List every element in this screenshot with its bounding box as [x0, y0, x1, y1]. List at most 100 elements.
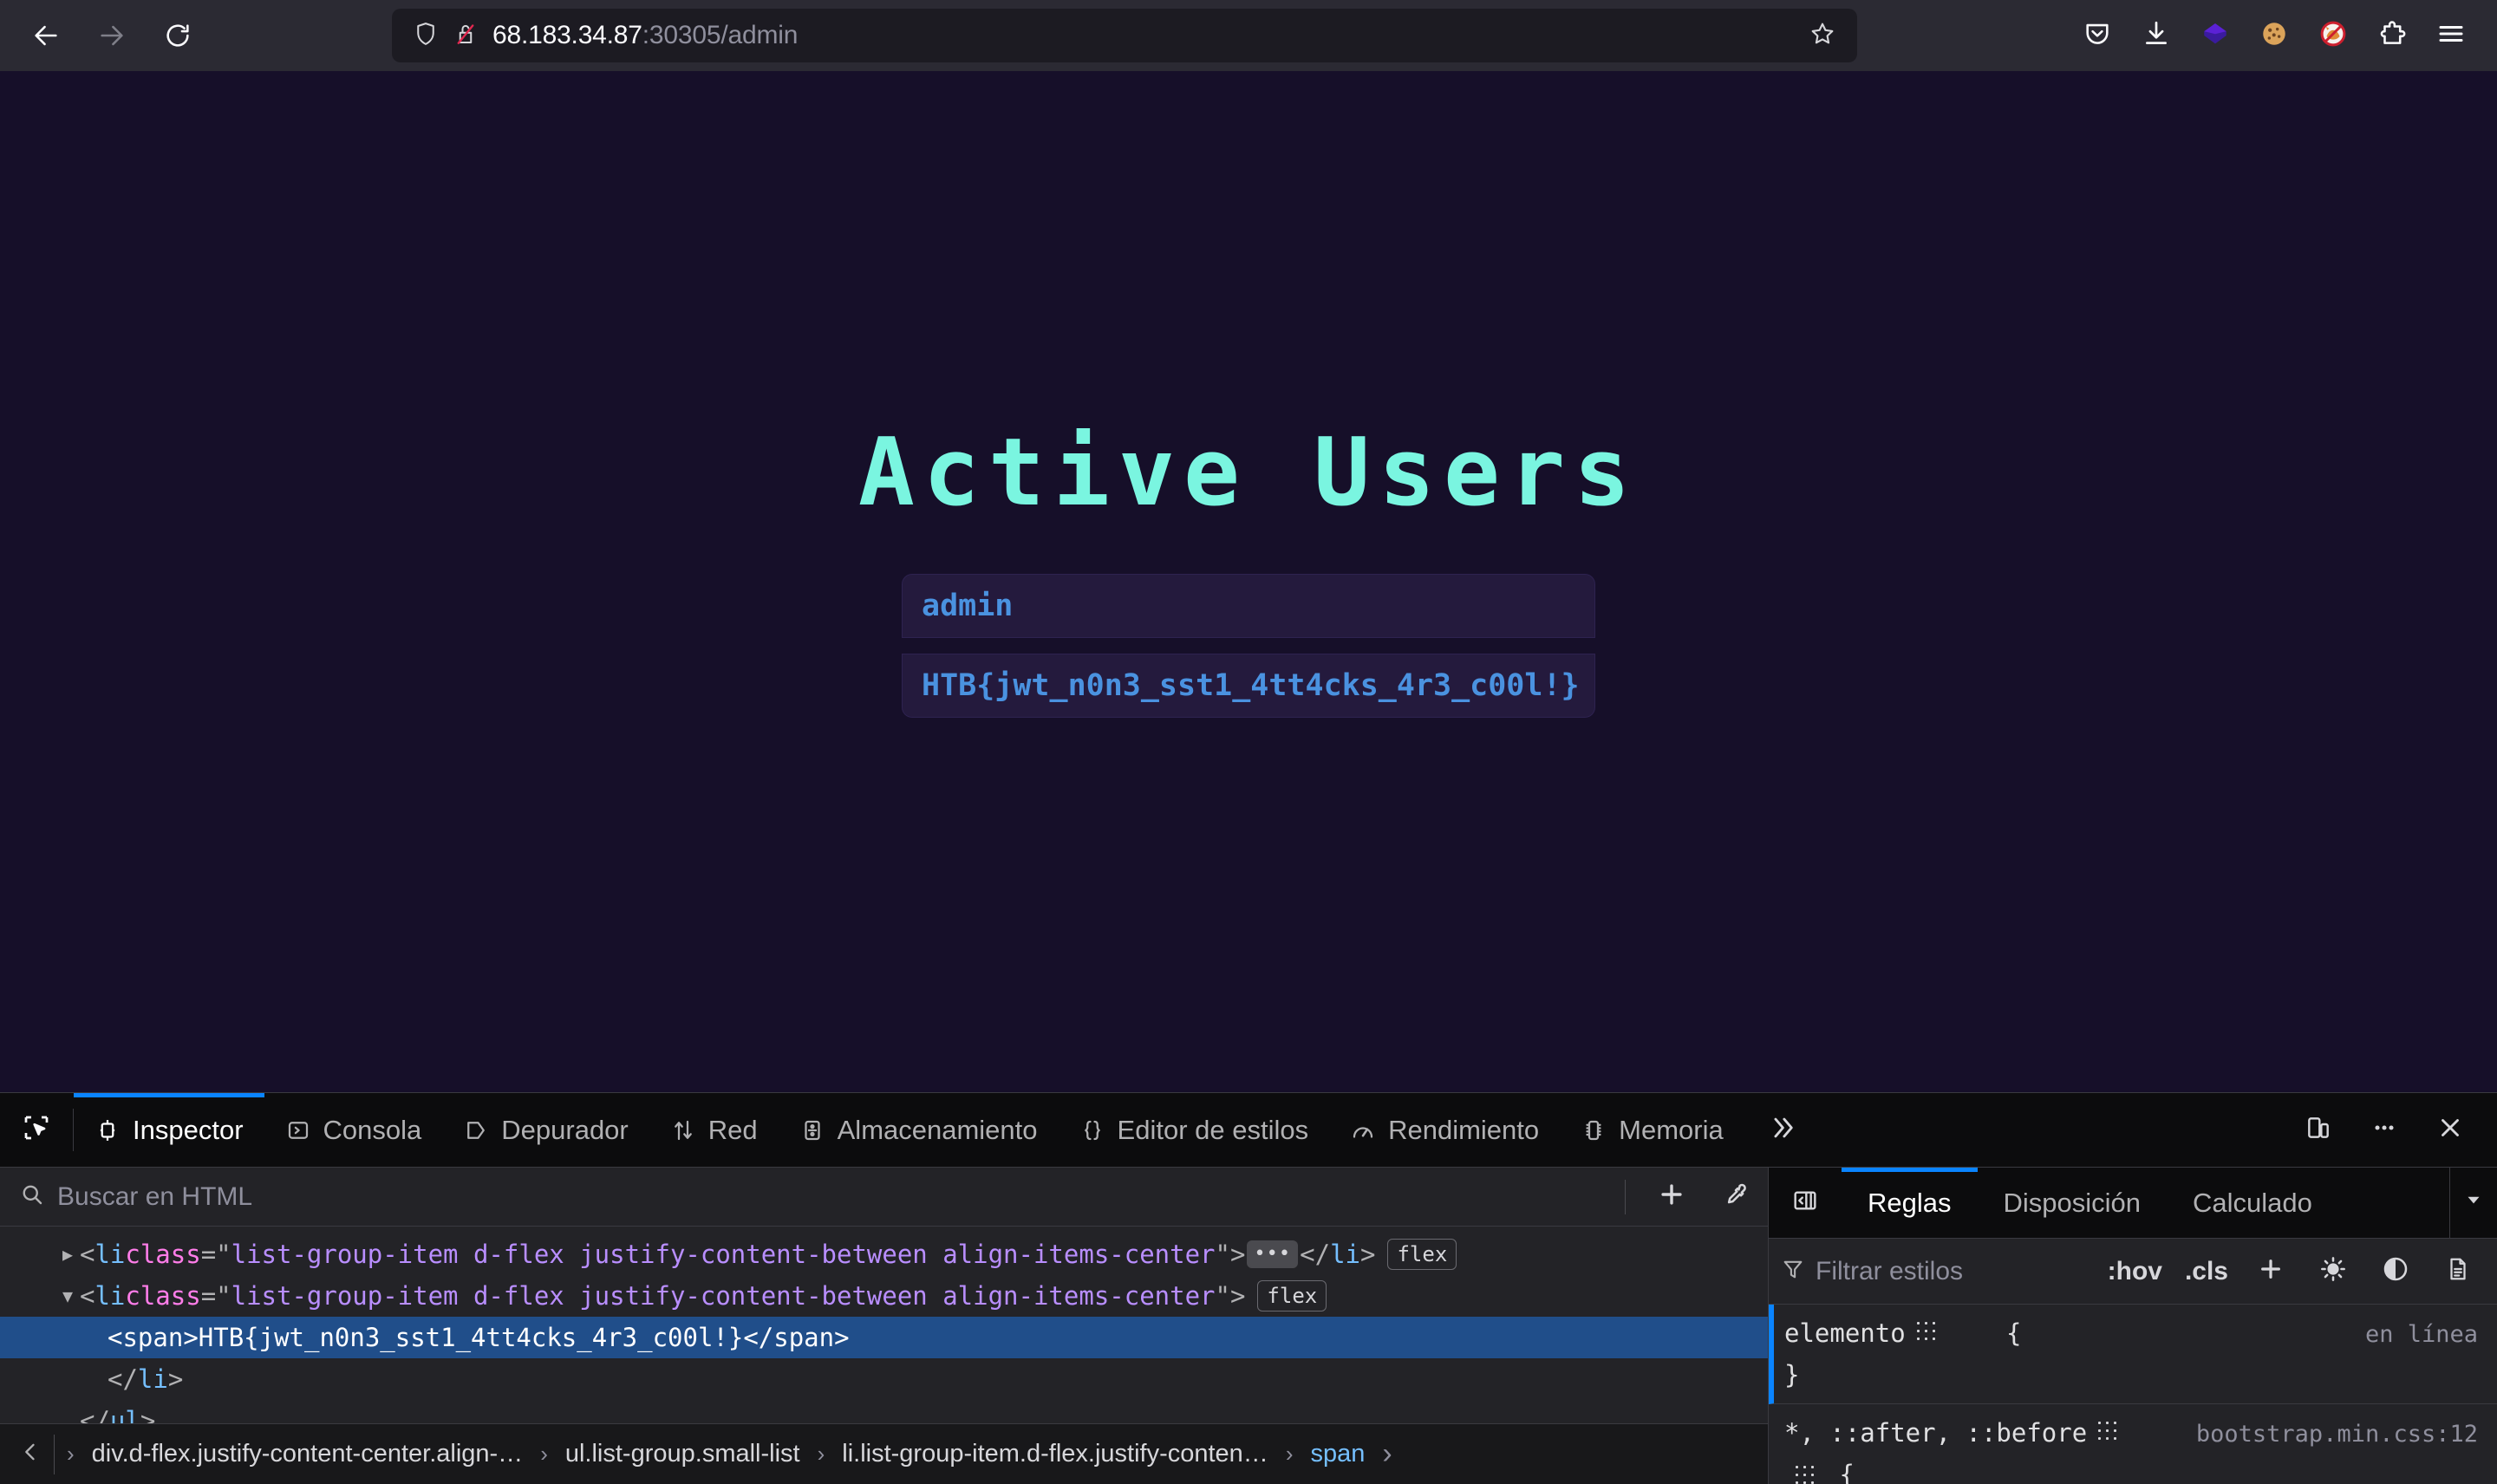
devtools-tabs-overflow-button[interactable] [1744, 1093, 1819, 1167]
markup-pane: Buscar en HTML <li cla [0, 1168, 1769, 1484]
tab-label: Depurador [501, 1114, 629, 1145]
tab-label: Inspector [133, 1114, 244, 1145]
collapsed-children-ellipsis[interactable]: ••• [1247, 1240, 1299, 1268]
markup-token-punct: < [80, 1240, 95, 1269]
tab-disposicion[interactable]: Disposición [1978, 1168, 2168, 1238]
row-close-ul[interactable]: </ul > [0, 1400, 1768, 1423]
downloads-icon [2142, 19, 2171, 53]
twisty-collapsed-icon[interactable] [55, 1233, 80, 1275]
breadcrumb-scroll-right-icon[interactable]: › [1373, 1437, 1400, 1471]
row-li-collapsed[interactable]: <li class="list-group-item d-flex justif… [0, 1233, 1768, 1275]
light-color-scheme-button[interactable] [2306, 1246, 2360, 1297]
selector-highlighter-icon[interactable] [1913, 1319, 1937, 1342]
tab-calculado[interactable]: Calculado [2167, 1168, 2338, 1238]
tracking-protection-shield-icon[interactable] [413, 21, 439, 51]
pocket-button[interactable] [2070, 9, 2124, 62]
dark-color-scheme-button[interactable] [2369, 1246, 2422, 1297]
breadcrumb-item[interactable]: span [1301, 1440, 1373, 1468]
markup-token-punct: "> [1215, 1240, 1246, 1269]
breadcrumb-item[interactable]: ul.list-group.small-list [557, 1440, 809, 1468]
breadcrumb-scroll-left-button[interactable] [7, 1440, 54, 1468]
tab-consola[interactable]: Consola [264, 1093, 443, 1167]
reload-icon [163, 21, 192, 50]
element-class-button[interactable]: .cls [2178, 1257, 2235, 1286]
print-media-icon [2445, 1256, 2471, 1286]
responsive-design-mode-button[interactable] [2287, 1099, 2350, 1162]
forward-button[interactable] [85, 9, 139, 62]
twisty-expanded-icon[interactable] [55, 1275, 80, 1317]
rules-content[interactable]: elemento en línea{} *, ::after, ::before bo… [1769, 1305, 2497, 1484]
bookmark-star-icon[interactable] [1809, 20, 1836, 52]
markup-token-tag: span [773, 1323, 835, 1352]
app-menu-button[interactable] [2424, 9, 2478, 62]
no-fox-button[interactable] [2306, 9, 2360, 62]
rules-tabs-overflow-button[interactable] [2449, 1168, 2497, 1238]
inspector-icon [95, 1117, 121, 1143]
markup-token-punct: </ [80, 1406, 110, 1423]
rule-selector[interactable]: elemento [1784, 1313, 1906, 1353]
rule-bootstrap-universal[interactable]: *, ::after, ::before bootstrap.min.css:12… [1769, 1404, 2497, 1484]
row-close-li[interactable]: </li > [0, 1358, 1768, 1400]
flex-display-badge[interactable]: flex [1257, 1280, 1327, 1312]
breadcrumb-item[interactable]: li.list-group-item.d-flex.justify-conten… [833, 1440, 1277, 1468]
list-item[interactable]: HTB{jwt_n0n3_sst1_4tt4cks_4r3_c00l!} [902, 654, 1595, 718]
extension-diamond-button[interactable] [2188, 9, 2242, 62]
row-li-expanded[interactable]: <li class="list-group-item d-flex justif… [0, 1275, 1768, 1317]
toggle-sidebar-icon [1791, 1187, 1819, 1219]
tab-editor-de-estilos[interactable]: Editor de estilos [1059, 1093, 1330, 1167]
markup-token-punct: > [140, 1406, 156, 1423]
tab-reglas[interactable]: Reglas [1842, 1168, 1978, 1238]
url-bar[interactable]: 68.183.34.87:30305/admin [392, 9, 1857, 62]
back-button[interactable] [19, 9, 73, 62]
add-node-button[interactable] [1640, 1171, 1704, 1223]
tab-memoria[interactable]: Memoria [1560, 1093, 1744, 1167]
breadcrumb-scroll-left-icon [18, 1440, 42, 1468]
devtools-body: Buscar en HTML <li cla [0, 1168, 2497, 1484]
pseudo-class-button[interactable]: :hov [2101, 1257, 2169, 1286]
cookie-button[interactable] [2247, 9, 2301, 62]
chevrons-right-icon [1767, 1113, 1796, 1147]
rule-selector[interactable]: *, ::after, ::before [1784, 1413, 2087, 1453]
tab-almacenamiento[interactable]: Almacenamiento [779, 1093, 1059, 1167]
tab-label: Rendimiento [1388, 1114, 1540, 1145]
filter-styles-input[interactable]: Filtrar estilos [1781, 1257, 2092, 1286]
reload-button[interactable] [151, 9, 205, 62]
rule-element[interactable]: elemento en línea {} [1769, 1305, 2497, 1404]
url-path: :30305/admin [642, 21, 799, 49]
devtools-settings-button[interactable] [2353, 1099, 2416, 1162]
tab-red[interactable]: Red [649, 1093, 779, 1167]
insecure-connection-icon[interactable] [453, 21, 479, 51]
selector-highlighter-icon[interactable] [2096, 1419, 2119, 1442]
flex-display-badge[interactable]: flex [1387, 1239, 1457, 1270]
rules-tab-label: Calculado [2193, 1187, 2312, 1218]
close-devtools-button[interactable] [2419, 1099, 2481, 1162]
rule-close-brace: } [1784, 1360, 1800, 1390]
responsive-design-mode-icon [2305, 1114, 2332, 1146]
page-content: Active Users admin HTB{jwt_n0n3_sst1_4tt… [0, 71, 2497, 718]
devtools-toolbar-right [2287, 1093, 2497, 1167]
list-item[interactable]: admin [902, 574, 1595, 638]
rule-source[interactable]: en línea [2365, 1315, 2497, 1355]
breadcrumb-chevron-icon: › [1285, 1441, 1294, 1467]
markup-tree[interactable]: <li class="list-group-item d-flex justif… [0, 1227, 1768, 1423]
breadcrumb-item[interactable]: div.d-flex.justify-content-center.align-… [83, 1440, 532, 1468]
search-html-placeholder: Buscar en HTML [57, 1181, 253, 1211]
search-html-input[interactable]: Buscar en HTML [19, 1181, 1611, 1212]
row-span-selected[interactable]: < span > HTB{jwt_n0n3_sst1_4tt4cks_4r3_c00l… [0, 1317, 1768, 1358]
tab-depurador[interactable]: Depurador [442, 1093, 649, 1167]
print-media-button[interactable] [2431, 1246, 2485, 1297]
tab-rendimiento[interactable]: Rendimiento [1329, 1093, 1560, 1167]
tab-inspector[interactable]: Inspector [74, 1093, 264, 1167]
browser-toolbar: 68.183.34.87:30305/admin [0, 0, 2497, 71]
browser-toolbar-right [2070, 9, 2478, 62]
element-picker-button[interactable] [0, 1093, 73, 1167]
eyedropper-button[interactable] [1704, 1171, 1768, 1223]
add-rule-button[interactable] [2244, 1246, 2298, 1297]
rule-source[interactable]: bootstrap.min.css:12 [2196, 1415, 2497, 1455]
toggle-sidebar-button[interactable] [1769, 1168, 1842, 1238]
url-host: 68.183.34.87 [492, 21, 642, 49]
selector-highlighter-icon[interactable] [1793, 1463, 1816, 1484]
extensions-button[interactable] [2365, 9, 2419, 62]
markup-token-tag: ul [109, 1406, 140, 1423]
downloads-button[interactable] [2129, 9, 2183, 62]
